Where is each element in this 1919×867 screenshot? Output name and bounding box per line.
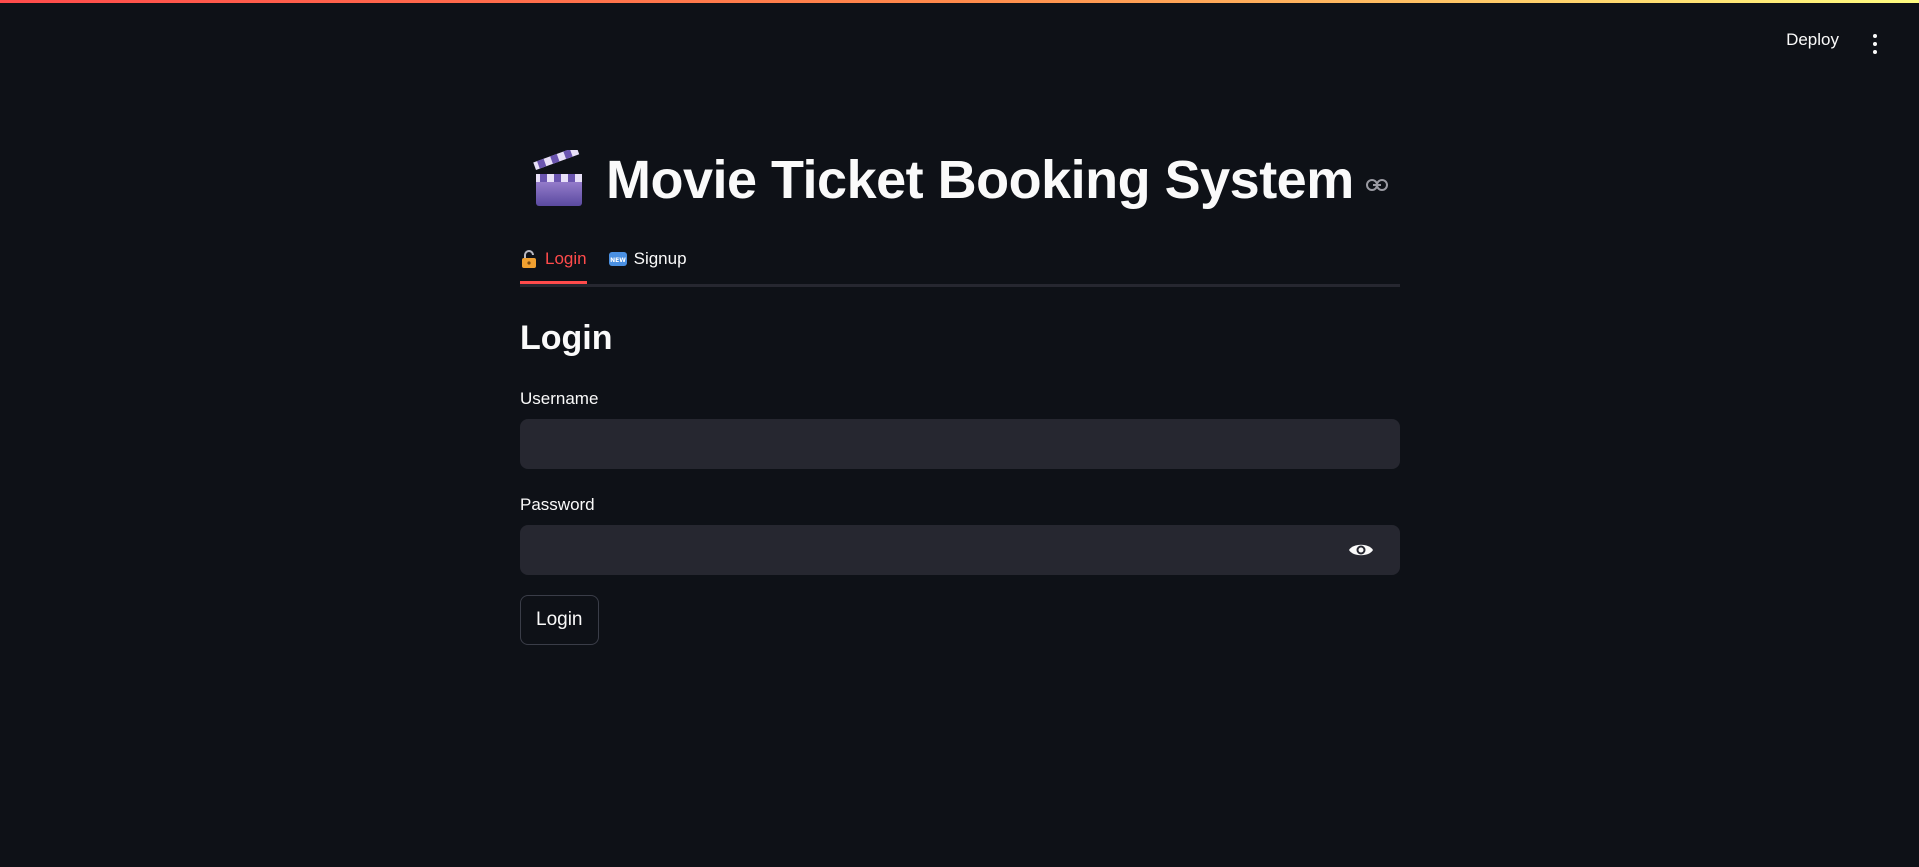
new-badge-icon: NEW [608, 252, 627, 266]
login-submit-button[interactable]: Login [520, 595, 599, 645]
lock-icon [522, 250, 536, 268]
page-title: Movie Ticket Booking System [606, 150, 1354, 210]
app-header: Deploy [1619, 0, 1919, 90]
tab-login[interactable]: Login [520, 240, 587, 284]
clapper-board-icon [533, 150, 582, 206]
tab-signup-label: Signup [633, 249, 687, 268]
tab-bar: Login NEW Signup [520, 240, 1400, 287]
tab-signup[interactable]: NEW Signup [608, 240, 687, 281]
username-field-container [520, 419, 1400, 469]
title-row: Movie Ticket Booking System [520, 140, 1400, 220]
password-label: Password [520, 495, 595, 514]
svg-text:NEW: NEW [610, 257, 626, 264]
form-heading: Login [520, 319, 613, 357]
kebab-menu-icon[interactable] [1871, 34, 1879, 54]
username-input[interactable] [520, 419, 1400, 469]
deploy-button[interactable]: Deploy [1786, 30, 1839, 50]
main-content: Movie Ticket Booking System Login NEW Si… [520, 140, 1400, 645]
password-field-container [520, 525, 1400, 575]
show-password-eye-icon[interactable] [1348, 540, 1374, 560]
password-input[interactable] [520, 525, 1400, 575]
tab-login-label: Login [545, 249, 587, 268]
link-anchor-icon[interactable] [1365, 178, 1388, 192]
username-label: Username [520, 389, 599, 408]
